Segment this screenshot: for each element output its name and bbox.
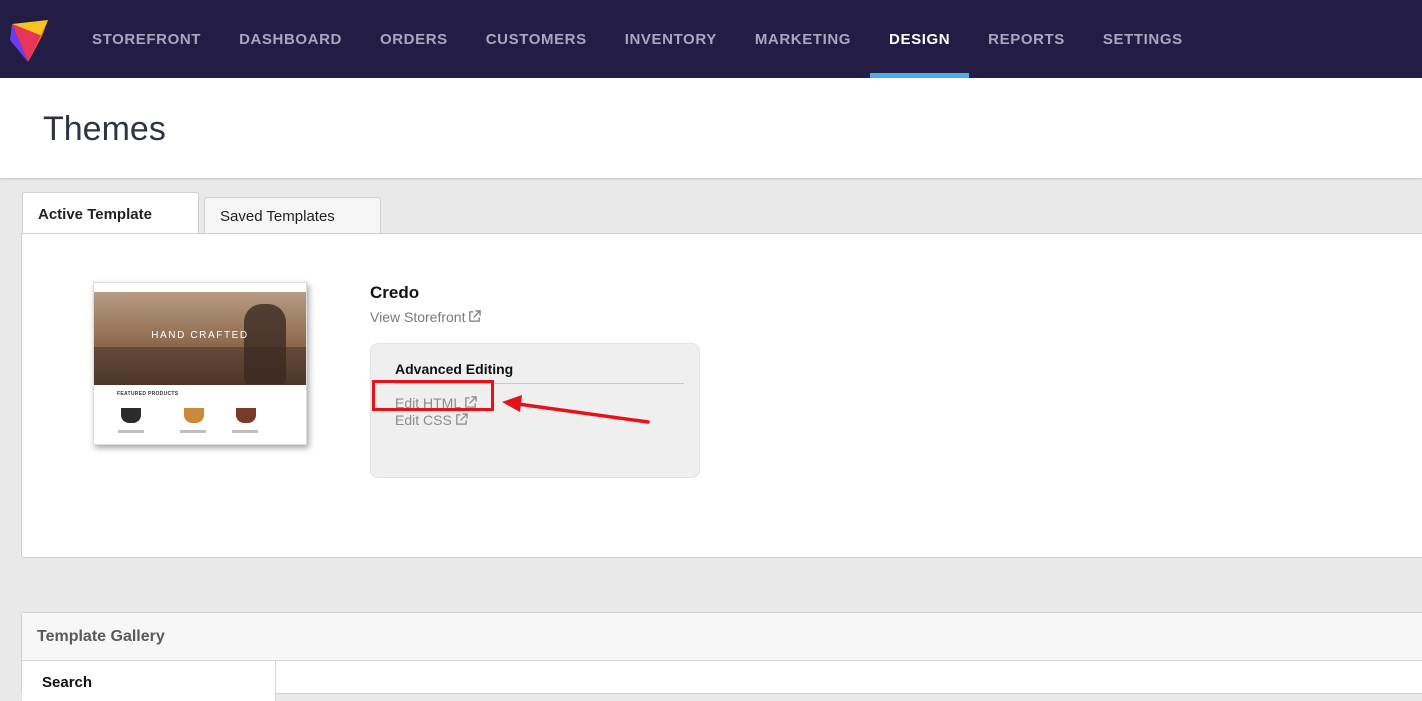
- thumbnail-table: [94, 347, 306, 385]
- template-gallery: Template Gallery Search: [21, 612, 1422, 701]
- template-gallery-sidebar: Search: [22, 661, 276, 701]
- thumbnail-section-title: FEATURED PRODUCTS: [117, 391, 179, 397]
- nav-inventory[interactable]: INVENTORY: [606, 0, 736, 78]
- thumbnail-product-image: [236, 408, 256, 423]
- nav-marketing[interactable]: MARKETING: [736, 0, 870, 78]
- thumbnail-product-image: [121, 408, 141, 423]
- edit-css-label: Edit CSS: [395, 412, 452, 428]
- template-tabs: Active Template Saved Templates: [22, 192, 386, 236]
- thumbnail-nav: [94, 283, 306, 292]
- tab-saved-templates[interactable]: Saved Templates: [204, 197, 381, 234]
- thumbnail-product-caption: [232, 430, 258, 433]
- advanced-editing-title: Advanced Editing: [395, 361, 514, 377]
- annotation-highlight-box: [372, 380, 494, 411]
- template-name: Credo: [370, 283, 420, 302]
- nav-storefront[interactable]: STOREFRONT: [73, 0, 220, 78]
- template-thumbnail[interactable]: HAND CRAFTED FEATURED PRODUCTS: [93, 282, 307, 445]
- page-title: Themes: [43, 110, 166, 148]
- nav-design[interactable]: DESIGN: [870, 0, 970, 78]
- active-template-panel: HAND CRAFTED FEATURED PRODUCTS Credo Vie…: [21, 233, 1422, 558]
- logo-icon[interactable]: [8, 18, 52, 64]
- template-gallery-title: Template Gallery: [37, 628, 165, 645]
- external-link-icon: [456, 413, 468, 425]
- nav-customers[interactable]: CUSTOMERS: [467, 0, 606, 78]
- view-storefront-link[interactable]: View Storefront: [370, 309, 482, 325]
- top-navigation-bar: STOREFRONT DASHBOARD ORDERS CUSTOMERS IN…: [0, 0, 1422, 78]
- nav-reports[interactable]: REPORTS: [969, 0, 1084, 78]
- nav-settings[interactable]: SETTINGS: [1084, 0, 1202, 78]
- external-link-icon: [469, 310, 482, 322]
- nav-dashboard[interactable]: DASHBOARD: [220, 0, 361, 78]
- thumbnail-product-caption: [118, 430, 144, 433]
- view-storefront-label: View Storefront: [370, 309, 466, 325]
- main-nav: STOREFRONT DASHBOARD ORDERS CUSTOMERS IN…: [73, 0, 1202, 78]
- edit-css-link[interactable]: Edit CSS: [395, 412, 468, 428]
- annotation-arrow-icon: [502, 395, 650, 424]
- tab-active-template[interactable]: Active Template: [22, 192, 199, 236]
- template-gallery-header: Template Gallery: [22, 613, 1422, 661]
- page-header: Themes: [0, 78, 1422, 179]
- thumbnail-product-image: [184, 408, 204, 423]
- nav-orders[interactable]: ORDERS: [361, 0, 467, 78]
- thumbnail-hero-text: HAND CRAFTED: [151, 330, 249, 341]
- thumbnail-product-caption: [180, 430, 206, 433]
- thumbnail-hero: HAND CRAFTED: [94, 292, 306, 385]
